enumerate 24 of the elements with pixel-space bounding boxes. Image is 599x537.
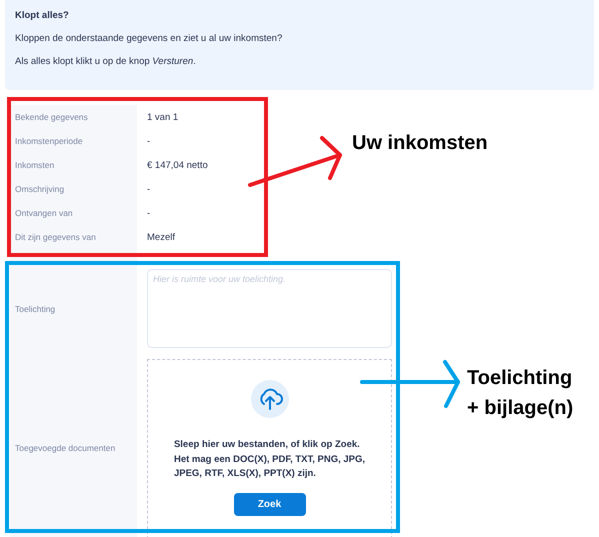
field-value: Mezelf [147, 232, 175, 242]
explanation-field[interactable]: Hier is ruimte voor uw toelichting. [147, 269, 392, 348]
annotation-label: Uw inkomsten [352, 131, 488, 156]
search-button[interactable]: Zoek [234, 492, 306, 516]
field-label: Toelichting [15, 304, 56, 314]
field-label: Toegevoegde documenten [15, 443, 116, 453]
upload-instructions: Sleep hier uw bestanden, of klik op Zoek. Het mag een DOC(X), PDF, TXT, PNG, JPG, JPEG, RTF, XLS(X), PPT(X) zijn. [174, 438, 366, 481]
field-value: - [147, 136, 150, 146]
field-label: Ontvangen van [15, 208, 73, 218]
field-value: - [147, 184, 150, 194]
field-label: Omschrijving [15, 184, 64, 194]
notice-text: Als alles klopt klikt u op de knop Versturen. [15, 56, 197, 67]
field-value: 1 van 1 [147, 112, 178, 122]
field-label: Dit zijn gegevens van [15, 232, 96, 242]
notice-title: Klopt alles? [15, 10, 70, 21]
upload-dropzone[interactable]: Sleep hier uw bestanden, of klik op Zoek. Het mag een DOC(X), PDF, TXT, PNG, JPG, JPEG, RTF, XLS(X), PPT(X) zijn. Zoek [147, 359, 392, 537]
field-label: Inkomstenperiode [15, 136, 83, 146]
field-value: - [147, 208, 150, 218]
field-label: Bekende gegevens [15, 112, 88, 122]
notice-text: Kloppen de onderstaande gegevens en ziet u al uw inkomsten? [15, 33, 284, 44]
cloud-upload-icon [250, 380, 288, 418]
field-label: Inkomsten [15, 160, 54, 170]
field-value: € 147,04 netto [147, 160, 208, 170]
annotation-label: Toelichting + bijlage(n) [467, 366, 574, 421]
